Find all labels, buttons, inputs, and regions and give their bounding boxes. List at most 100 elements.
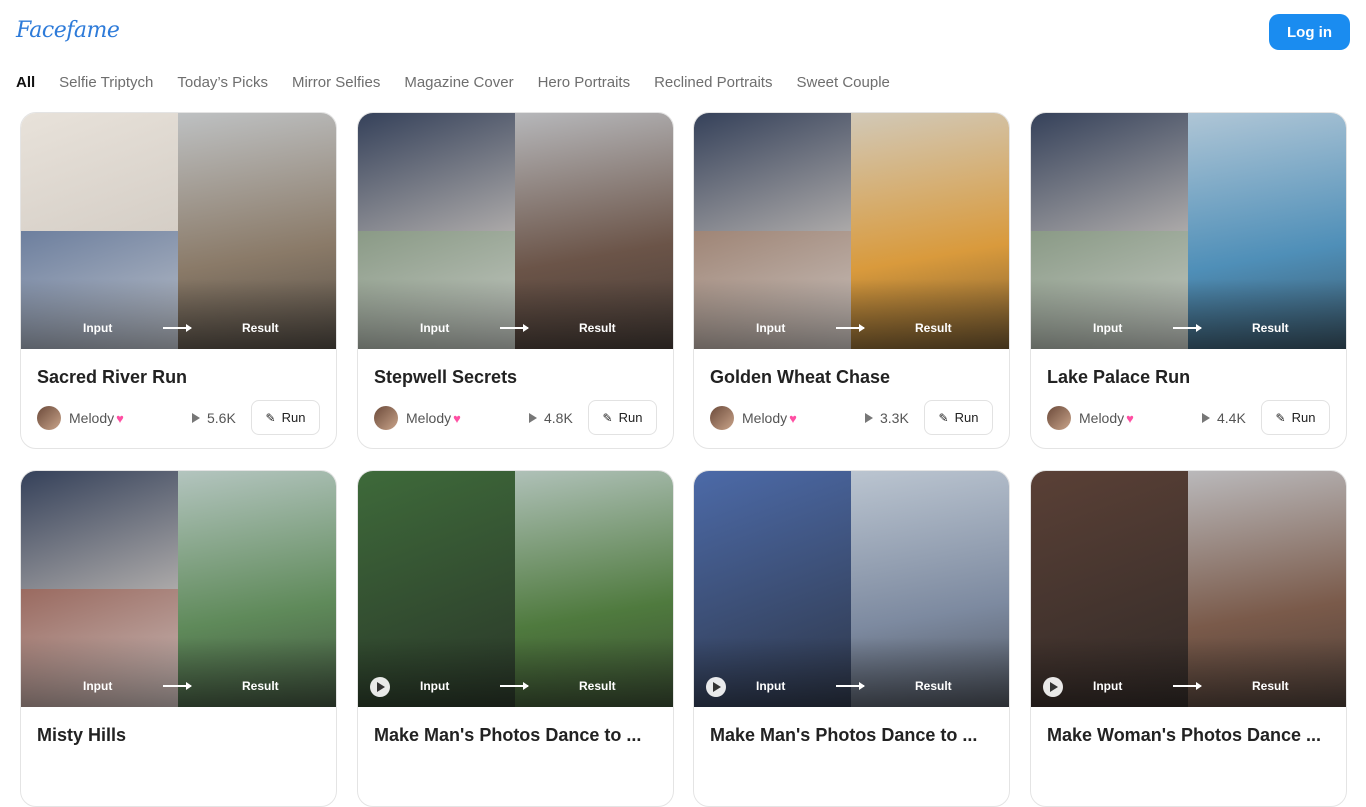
category-tabs: All Selfie Triptych Today’s Picks Mirror…: [16, 74, 890, 91]
top-header: Facefame Log in All Selfie Triptych Toda…: [0, 0, 1366, 104]
input-label: Input: [756, 679, 786, 693]
tab-sweet-couple[interactable]: Sweet Couple: [796, 74, 889, 91]
tab-all[interactable]: All: [16, 74, 35, 91]
card-thumbnail[interactable]: Input Result: [21, 113, 336, 349]
arrow-right-icon: [1173, 682, 1202, 689]
card-title[interactable]: Make Woman's Photos Dance ...: [1047, 725, 1332, 746]
result-label: Result: [579, 321, 616, 335]
template-card[interactable]: Input Result Make Man's Photos Dance to ..…: [357, 470, 674, 807]
card-meta: Melody ♥ 4.8K ✎ Run: [374, 400, 659, 436]
card-title[interactable]: Make Man's Photos Dance to ...: [374, 725, 659, 746]
magic-wand-icon: ✎: [265, 410, 276, 425]
tab-hero-portraits[interactable]: Hero Portraits: [538, 74, 631, 91]
run-button[interactable]: ✎ Run: [1261, 400, 1330, 435]
play-count: 3.3K: [865, 410, 909, 426]
arrow-right-icon: [500, 682, 529, 689]
play-count: 4.8K: [529, 410, 573, 426]
play-count-icon: [529, 413, 537, 423]
arrow-right-icon: [500, 324, 529, 331]
template-card[interactable]: Input Result Stepwell Secrets Melody ♥ 4.8K ✎ R…: [357, 112, 674, 449]
card-meta: Melody ♥ 3.3K ✎ Run: [710, 400, 995, 436]
play-count-icon: [865, 413, 873, 423]
card-thumbnail[interactable]: Input Result: [694, 471, 1009, 707]
input-image-top: [1031, 113, 1188, 231]
input-label: Input: [83, 321, 113, 335]
play-count-icon: [192, 413, 200, 423]
author-name[interactable]: Melody ♥: [69, 410, 124, 426]
template-card[interactable]: Input Result Make Man's Photos Dance to ..…: [693, 470, 1010, 807]
play-count: 4.4K: [1202, 410, 1246, 426]
play-count: 5.6K: [192, 410, 236, 426]
play-icon[interactable]: [1043, 677, 1063, 697]
arrow-right-icon: [163, 682, 192, 689]
card-title[interactable]: Golden Wheat Chase: [710, 367, 995, 388]
result-label: Result: [915, 679, 952, 693]
magic-wand-icon: ✎: [602, 410, 613, 425]
input-label: Input: [83, 679, 113, 693]
play-count-icon: [1202, 413, 1210, 423]
tab-magazine-cover[interactable]: Magazine Cover: [404, 74, 513, 91]
heart-icon: ♥: [116, 411, 124, 426]
tab-todays-picks[interactable]: Today’s Picks: [177, 74, 268, 91]
avatar[interactable]: [374, 406, 398, 430]
input-image-top: [21, 471, 178, 589]
heart-icon: ♥: [453, 411, 461, 426]
result-label: Result: [579, 679, 616, 693]
author-name[interactable]: Melody ♥: [406, 410, 461, 426]
input-label: Input: [1093, 321, 1123, 335]
template-card[interactable]: Input Result Make Woman's Photos Dance ...: [1030, 470, 1347, 807]
result-label: Result: [1252, 321, 1289, 335]
run-button[interactable]: ✎ Run: [924, 400, 993, 435]
card-title[interactable]: Stepwell Secrets: [374, 367, 659, 388]
card-title[interactable]: Make Man's Photos Dance to ...: [710, 725, 995, 746]
author-name[interactable]: Melody ♥: [742, 410, 797, 426]
template-card[interactable]: Input Result Golden Wheat Chase Melody ♥ 3.3K…: [693, 112, 1010, 449]
login-button[interactable]: Log in: [1269, 14, 1350, 50]
arrow-right-icon: [836, 682, 865, 689]
template-card[interactable]: Input Result Sacred River Run Melody ♥ 5.6K ✎ R…: [20, 112, 337, 449]
play-icon[interactable]: [706, 677, 726, 697]
avatar[interactable]: [1047, 406, 1071, 430]
card-title[interactable]: Sacred River Run: [37, 367, 322, 388]
card-thumbnail[interactable]: Input Result: [358, 471, 673, 707]
input-image-top: [21, 113, 178, 231]
result-label: Result: [915, 321, 952, 335]
result-label: Result: [1252, 679, 1289, 693]
template-card[interactable]: Input Result Lake Palace Run Melody ♥ 4.4K ✎ Ru…: [1030, 112, 1347, 449]
run-button[interactable]: ✎ Run: [588, 400, 657, 435]
input-image-top: [358, 113, 515, 231]
card-thumbnail[interactable]: Input Result: [358, 113, 673, 349]
result-label: Result: [242, 679, 279, 693]
input-label: Input: [756, 321, 786, 335]
card-thumbnail[interactable]: Input Result: [694, 113, 1009, 349]
heart-icon: ♥: [789, 411, 797, 426]
avatar[interactable]: [37, 406, 61, 430]
magic-wand-icon: ✎: [938, 410, 949, 425]
card-thumbnail[interactable]: Input Result: [21, 471, 336, 707]
template-card[interactable]: Input Result Misty Hills: [20, 470, 337, 807]
card-title[interactable]: Lake Palace Run: [1047, 367, 1332, 388]
card-meta: Melody ♥ 4.4K ✎ Run: [1047, 400, 1332, 436]
card-meta: Melody ♥ 5.6K ✎ Run: [37, 400, 322, 436]
author-name[interactable]: Melody ♥: [1079, 410, 1134, 426]
magic-wand-icon: ✎: [1275, 410, 1286, 425]
arrow-right-icon: [1173, 324, 1202, 331]
play-icon[interactable]: [370, 677, 390, 697]
run-button[interactable]: ✎ Run: [251, 400, 320, 435]
tab-reclined-portraits[interactable]: Reclined Portraits: [654, 74, 772, 91]
input-label: Input: [420, 321, 450, 335]
input-image-top: [694, 113, 851, 231]
card-thumbnail[interactable]: Input Result: [1031, 471, 1346, 707]
avatar[interactable]: [710, 406, 734, 430]
card-thumbnail[interactable]: Input Result: [1031, 113, 1346, 349]
input-label: Input: [420, 679, 450, 693]
facefame-logo[interactable]: Facefame: [16, 18, 120, 43]
card-title[interactable]: Misty Hills: [37, 725, 322, 746]
heart-icon: ♥: [1126, 411, 1134, 426]
arrow-right-icon: [836, 324, 865, 331]
arrow-right-icon: [163, 324, 192, 331]
tab-selfie-triptych[interactable]: Selfie Triptych: [59, 74, 153, 91]
input-label: Input: [1093, 679, 1123, 693]
result-label: Result: [242, 321, 279, 335]
tab-mirror-selfies[interactable]: Mirror Selfies: [292, 74, 380, 91]
